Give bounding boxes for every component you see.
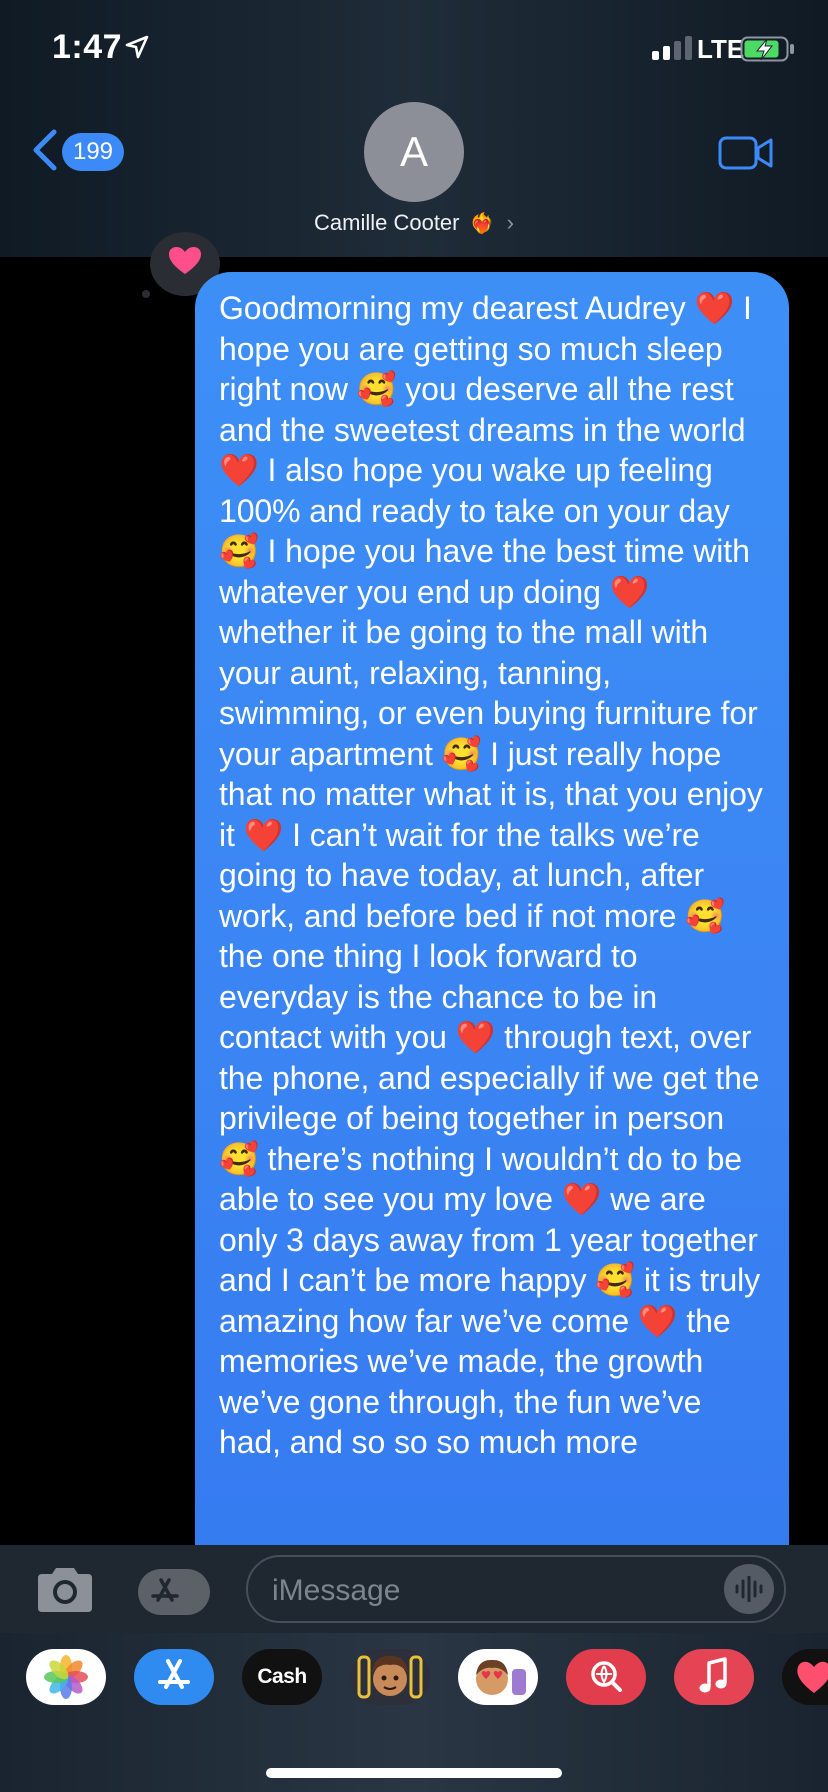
memoji-app-button[interactable] [350,1649,430,1705]
camera-icon[interactable] [34,1566,96,1614]
memoji-stickers-icon [476,1659,526,1695]
heart-icon [797,1661,828,1693]
app-store-icon [158,1659,190,1689]
heart-reaction-icon [169,247,201,274]
contact-chevron-icon: › [506,210,514,235]
photos-icon [44,1655,88,1699]
music-app-button[interactable] [674,1649,754,1705]
status-time: 1:47 [52,28,123,66]
facetime-video-icon[interactable] [718,136,774,170]
message-text: Goodmorning my dearest Audrey ❤️ I hope … [219,290,763,1460]
image-search-app-button[interactable] [566,1649,646,1705]
message-input-placeholder: iMessage [272,1574,401,1607]
app-drawer-button[interactable] [138,1569,210,1615]
app-store-icon [151,1578,179,1602]
app-store-app-button[interactable] [134,1649,214,1705]
waveform-icon [735,1576,763,1602]
network-type: LTE [697,34,745,64]
apple-cash-label: Cash [257,1665,307,1688]
message-input[interactable]: iMessage [246,1555,786,1623]
photos-app-button[interactable] [26,1649,106,1705]
memoji-stickers-app-button[interactable] [458,1649,538,1705]
signal-strength-icon [652,36,692,60]
music-icon [699,1657,727,1693]
back-chevron-icon[interactable] [30,128,60,172]
image-search-icon [591,1661,622,1692]
reaction-tail [142,290,150,298]
memoji-icon [357,1655,423,1699]
location-arrow-icon [125,35,149,59]
apple-cash-app-button[interactable]: Cash [242,1649,322,1705]
unread-count-badge[interactable]: 199 [62,133,124,171]
contact-name-emoji: ❤️‍🔥 [469,213,495,235]
sent-message-bubble[interactable]: Goodmorning my dearest Audrey ❤️ I hope … [195,272,789,1572]
audio-message-button[interactable] [724,1564,774,1614]
home-indicator[interactable] [266,1768,562,1778]
conversation-header: 1:47 LTE 199 A Camille Cooter ❤️‍🔥 › [0,0,828,257]
battery-charging-icon [740,36,794,62]
contact-avatar[interactable]: A [364,102,464,202]
compose-bar: iMessage [0,1545,828,1633]
contact-name-row[interactable]: Camille Cooter ❤️‍🔥 › [0,210,828,236]
digital-touch-app-button[interactable] [782,1649,828,1705]
contact-name: Camille Cooter [314,210,460,235]
